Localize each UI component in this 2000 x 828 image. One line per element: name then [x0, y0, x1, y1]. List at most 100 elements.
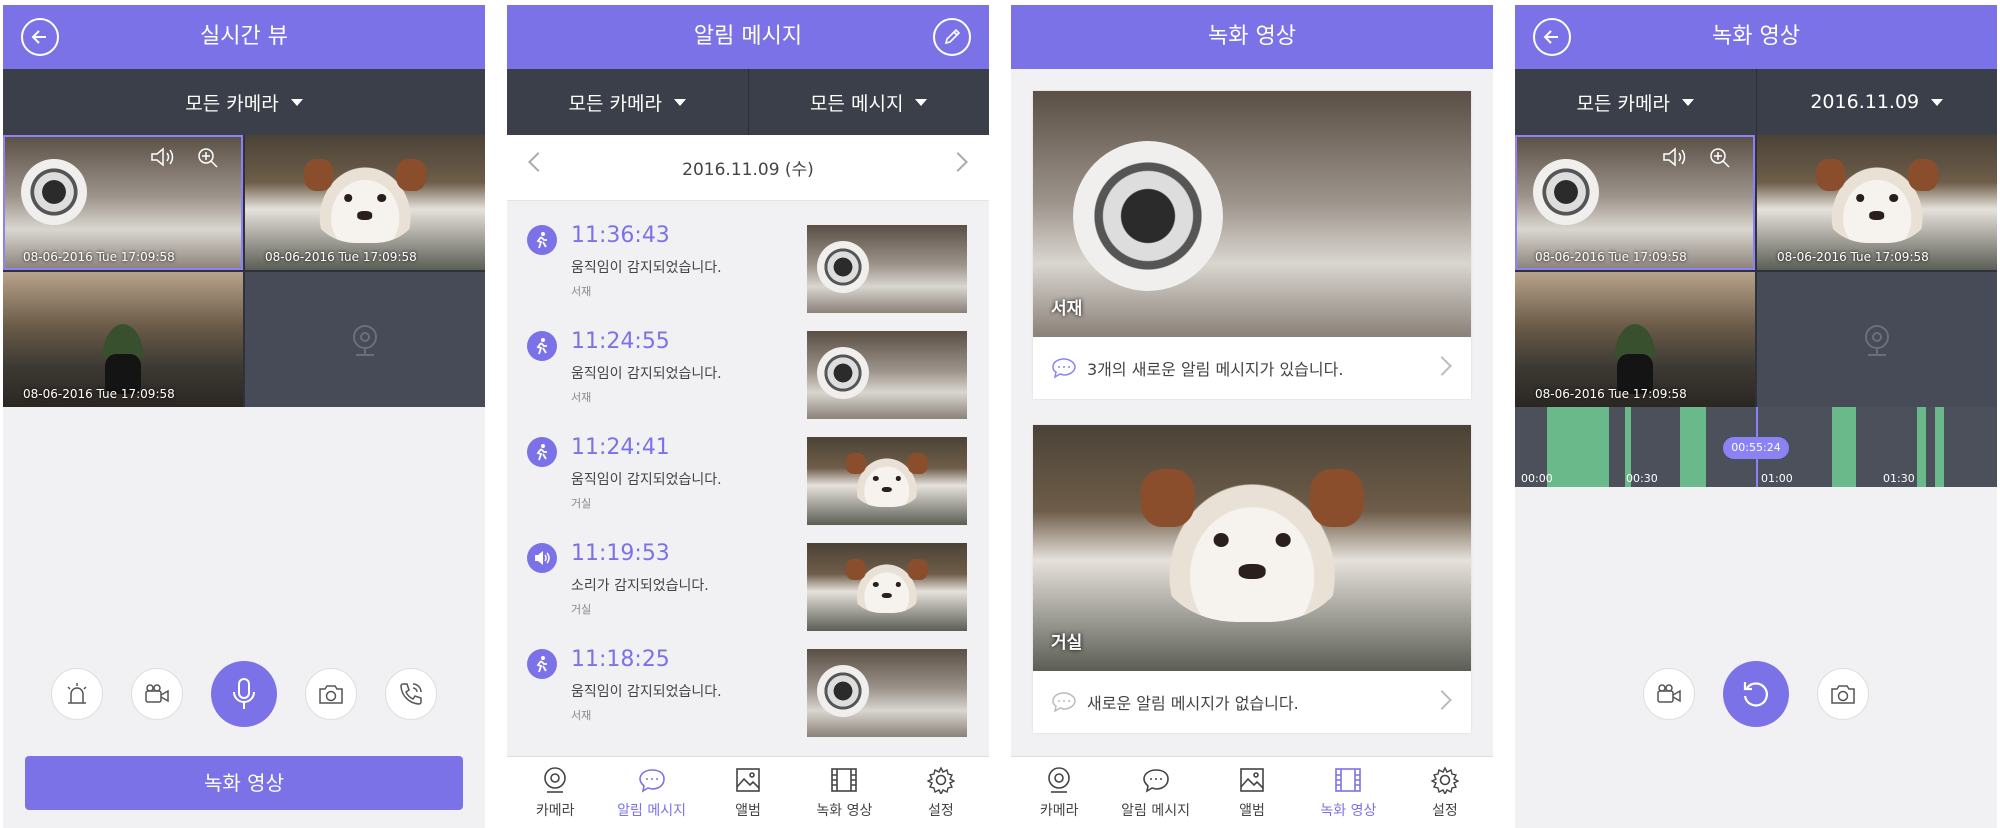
tab-camera[interactable]: 카메라 [507, 757, 603, 828]
control-row [3, 661, 485, 727]
tab-settings[interactable]: 설정 [893, 757, 989, 828]
playback-screen: 녹화 영상 모든 카메라 2016.11.09 08-06-2016 Tue 1… [1515, 5, 1997, 828]
alerts-screen: 알림 메시지 모든 카메라 모든 메시지 2016.11.09 (수) 11:3… [507, 5, 989, 828]
zoom-in-icon [198, 148, 218, 168]
camera-filter-dropdown[interactable]: 모든 카메라 [3, 69, 485, 135]
recording-segment [1917, 407, 1926, 487]
camera-filter-label: 모든 카메라 [1576, 92, 1670, 115]
card-info-text: 새로운 알림 메시지가 없습니다. [1087, 694, 1299, 713]
camera-grid: 08-06-2016 Tue 17:09:58 08-06-2016 Tue 1… [1515, 135, 1997, 407]
chevron-down-icon [290, 98, 303, 106]
tab-label: 카메라 [535, 802, 575, 819]
camera-tile-empty[interactable] [245, 272, 485, 407]
snapshot-button[interactable] [1817, 668, 1869, 720]
header: 알림 메시지 [507, 5, 989, 69]
back-arrow-icon [1543, 30, 1558, 44]
back-button[interactable] [1533, 18, 1571, 56]
recordings-button[interactable]: 녹화 영상 [25, 756, 463, 810]
list-item[interactable]: 11:19:53 소리가 감지되었습니다. 거실 [507, 523, 989, 631]
list-item[interactable]: 11:24:55 움직임이 감지되었습니다. 서재 [507, 311, 989, 419]
tab-alerts[interactable]: 알림 메시지 [1107, 757, 1203, 828]
date-dropdown[interactable]: 2016.11.09 [1755, 69, 1998, 135]
date-navigator: 2016.11.09 (수) [507, 135, 989, 201]
card-photo[interactable]: 거실 [1033, 425, 1471, 671]
alert-time: 11:36:43 [571, 223, 670, 248]
recording-timeline[interactable]: 00:55:24 00:00 00:30 01:00 01:30 [1515, 407, 1997, 487]
alert-thumbnail[interactable] [807, 543, 967, 631]
alert-camera: 서재 [571, 391, 592, 404]
tab-label: 알림 메시지 [617, 802, 687, 819]
mic-button[interactable] [211, 661, 277, 727]
card-camera-name: 거실 [1051, 633, 1083, 653]
message-filter-dropdown[interactable]: 모든 메시지 [747, 69, 990, 135]
sound-icon [527, 543, 557, 573]
gear-icon [1430, 765, 1459, 794]
card-photo[interactable]: 서재 [1033, 91, 1471, 337]
snapshot-button[interactable] [305, 668, 357, 720]
list-item[interactable]: 11:18:25 움직임이 감지되었습니다. 서재 [507, 629, 989, 737]
card-info-row[interactable]: 3개의 새로운 알림 메시지가 있습니다. [1033, 337, 1471, 399]
playback-filter-bar: 모든 카메라 2016.11.09 [1515, 69, 1997, 135]
recording-segment [1832, 407, 1856, 487]
call-button[interactable] [385, 668, 437, 720]
recording-segment [1680, 407, 1706, 487]
page-title: 실시간 뷰 [200, 24, 288, 49]
camera-filter-dropdown[interactable]: 모든 카메라 [507, 69, 748, 135]
gear-icon [926, 765, 955, 794]
recording-segment [1935, 407, 1944, 487]
alert-thumbnail[interactable] [807, 225, 967, 313]
next-date-button[interactable] [948, 152, 968, 172]
alert-thumbnail[interactable] [807, 331, 967, 419]
card-info-row[interactable]: 새로운 알림 메시지가 없습니다. [1033, 671, 1471, 733]
recording-card-living[interactable]: 거실 새로운 알림 메시지가 없습니다. [1033, 425, 1471, 733]
mic-icon [233, 678, 255, 709]
prev-date-button[interactable] [528, 152, 548, 172]
alert-time: 11:24:55 [571, 329, 670, 354]
tab-recordings[interactable]: 녹화 영상 [796, 757, 892, 828]
alert-thumbnail[interactable] [807, 649, 967, 737]
image-icon [736, 767, 760, 792]
alert-message: 움직임이 감지되었습니다. [571, 472, 722, 488]
tab-album[interactable]: 앨범 [700, 757, 796, 828]
list-item[interactable]: 11:36:43 움직임이 감지되었습니다. 서재 [507, 205, 989, 313]
record-video-button[interactable] [131, 668, 183, 720]
chevron-right-icon [1432, 690, 1452, 710]
tab-album[interactable]: 앨범 [1204, 757, 1300, 828]
tab-alerts[interactable]: 알림 메시지 [603, 757, 699, 828]
alert-time: 11:19:53 [571, 541, 670, 566]
camera-tile-plant[interactable]: 08-06-2016 Tue 17:09:58 [1515, 272, 1755, 407]
back-arrow-icon [31, 30, 46, 44]
camera-grid: 08-06-2016 Tue 17:09:58 08-06-2016 Tue 1… [3, 135, 485, 407]
camera-tile-empty[interactable] [1757, 272, 1997, 407]
message-filter-label: 모든 메시지 [810, 92, 904, 115]
alert-thumbnail[interactable] [807, 437, 967, 525]
tile-icons [149, 147, 219, 169]
camera-tile-living[interactable]: 08-06-2016 Tue 17:09:58 [245, 135, 485, 270]
current-time-badge: 00:55:24 [1723, 437, 1789, 459]
motion-icon [527, 437, 557, 467]
edit-button[interactable] [933, 18, 971, 56]
back-button[interactable] [21, 18, 59, 56]
camera-filter-label: 모든 카메라 [568, 92, 662, 115]
replay-button[interactable] [1723, 661, 1789, 727]
camera-tile-plant[interactable]: 08-06-2016 Tue 17:09:58 [3, 272, 243, 407]
chevron-down-icon [1681, 98, 1694, 106]
camera-filter-dropdown[interactable]: 모든 카메라 [1515, 69, 1756, 135]
tab-label: 카메라 [1039, 802, 1079, 819]
alert-message: 소리가 감지되었습니다. [571, 578, 709, 594]
alert-camera: 서재 [571, 285, 592, 298]
tab-camera[interactable]: 카메라 [1011, 757, 1107, 828]
camera-tile-living[interactable]: 08-06-2016 Tue 17:09:58 [1757, 135, 1997, 270]
list-item[interactable]: 11:24:41 움직임이 감지되었습니다. 거실 [507, 417, 989, 525]
tab-label: 녹화 영상 [1320, 802, 1377, 819]
chevron-down-icon [915, 98, 928, 106]
camera-timestamp: 08-06-2016 Tue 17:09:58 [1535, 387, 1687, 401]
tab-settings[interactable]: 설정 [1397, 757, 1493, 828]
recording-card-study[interactable]: 서재 3개의 새로운 알림 메시지가 있습니다. [1033, 91, 1471, 399]
camera-tile-study[interactable]: 08-06-2016 Tue 17:09:58 [1515, 135, 1755, 270]
tab-recordings[interactable]: 녹화 영상 [1300, 757, 1396, 828]
camera-tile-study[interactable]: 08-06-2016 Tue 17:09:58 [3, 135, 243, 270]
siren-button[interactable] [51, 668, 103, 720]
record-video-button[interactable] [1643, 668, 1695, 720]
zoom-in-icon [1710, 148, 1730, 168]
